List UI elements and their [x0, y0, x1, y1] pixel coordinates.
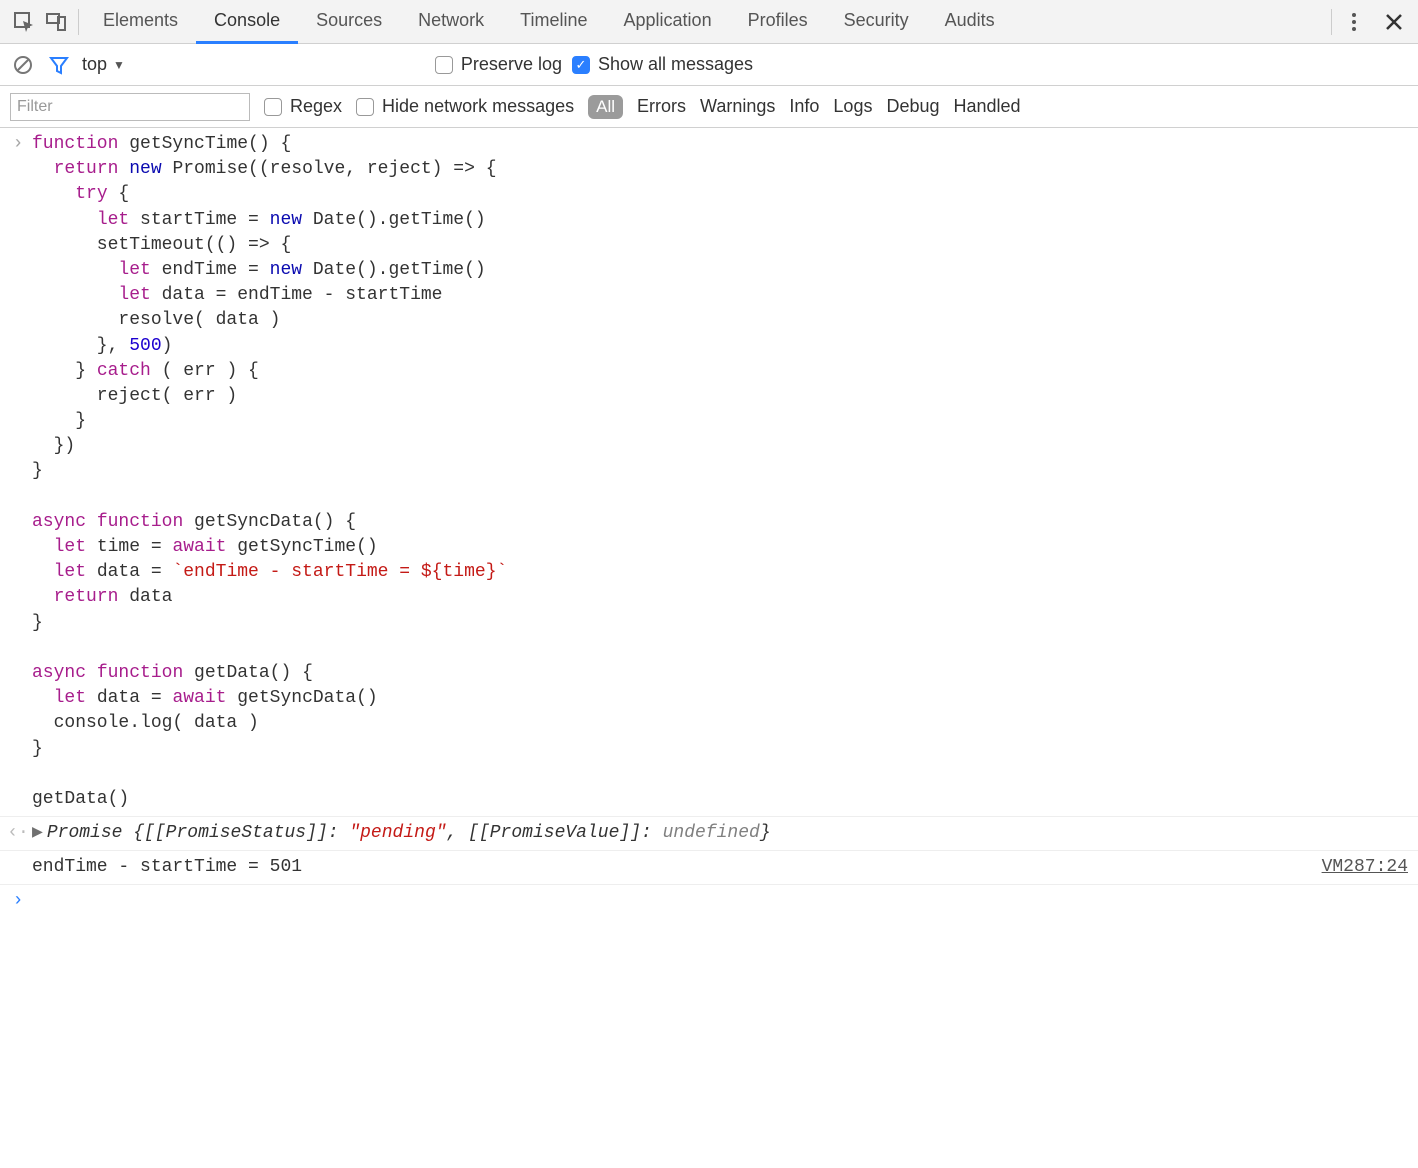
tab-application[interactable]: Application	[606, 0, 730, 44]
output-chevron-icon: ‹·	[4, 821, 32, 846]
preserve-log-label: Preserve log	[461, 54, 562, 75]
preserve-log-checkbox[interactable]: Preserve log	[435, 54, 562, 75]
console-input-row[interactable]: › function getSyncTime() { return new Pr…	[0, 128, 1418, 817]
divider	[78, 9, 79, 35]
device-toolbar-icon[interactable]	[40, 6, 72, 38]
context-select[interactable]: top ▼	[82, 54, 425, 75]
context-label: top	[82, 54, 107, 75]
checkbox-icon	[264, 98, 282, 116]
tab-sources[interactable]: Sources	[298, 0, 400, 44]
console-log-row[interactable]: endTime - startTime = 501 VM287:24	[0, 851, 1418, 885]
chevron-down-icon: ▼	[113, 58, 125, 72]
filter-input[interactable]	[10, 93, 250, 121]
console-log-text: endTime - startTime = 501	[32, 855, 1322, 880]
checkbox-icon	[572, 56, 590, 74]
tab-profiles[interactable]: Profiles	[730, 0, 826, 44]
regex-label: Regex	[290, 96, 342, 117]
input-chevron-icon: ›	[4, 132, 32, 812]
console-output-row[interactable]: ‹· ▶Promise {[[PromiseStatus]]: "pending…	[0, 817, 1418, 851]
expand-triangle-icon[interactable]: ▶	[32, 821, 43, 846]
source-link[interactable]: VM287:24	[1322, 855, 1408, 880]
regex-checkbox[interactable]: Regex	[264, 96, 342, 117]
level-debug[interactable]: Debug	[886, 96, 939, 117]
tab-console[interactable]: Console	[196, 0, 298, 44]
checkbox-icon	[356, 98, 374, 116]
console-prompt-row[interactable]: ›	[0, 885, 1418, 918]
tab-security[interactable]: Security	[826, 0, 927, 44]
console-body: › function getSyncTime() { return new Pr…	[0, 128, 1418, 919]
show-all-label: Show all messages	[598, 54, 753, 75]
level-warnings[interactable]: Warnings	[700, 96, 775, 117]
tab-audits[interactable]: Audits	[927, 0, 1013, 44]
tab-network[interactable]: Network	[400, 0, 502, 44]
console-toolbar: top ▼ Preserve log Show all messages	[0, 44, 1418, 86]
close-icon[interactable]	[1378, 6, 1410, 38]
level-errors[interactable]: Errors	[637, 96, 686, 117]
divider	[1331, 9, 1332, 35]
level-all[interactable]: All	[588, 95, 623, 119]
hide-network-label: Hide network messages	[382, 96, 574, 117]
tab-elements[interactable]: Elements	[85, 0, 196, 44]
clear-console-icon[interactable]	[10, 52, 36, 78]
filter-icon[interactable]	[46, 52, 72, 78]
level-handled[interactable]: Handled	[954, 96, 1021, 117]
level-logs[interactable]: Logs	[833, 96, 872, 117]
devtools-tabs-bar: ElementsConsoleSourcesNetworkTimelineApp…	[0, 0, 1418, 44]
log-gutter	[4, 855, 32, 880]
show-all-checkbox[interactable]: Show all messages	[572, 54, 753, 75]
console-prompt-input[interactable]	[32, 889, 1408, 914]
filter-bar: Regex Hide network messages All Errors W…	[0, 86, 1418, 128]
console-input-code: function getSyncTime() { return new Prom…	[32, 132, 1408, 812]
level-info[interactable]: Info	[789, 96, 819, 117]
inspect-icon[interactable]	[8, 6, 40, 38]
tab-timeline[interactable]: Timeline	[502, 0, 605, 44]
prompt-chevron-icon: ›	[4, 889, 32, 914]
console-output-content: ▶Promise {[[PromiseStatus]]: "pending", …	[32, 821, 1408, 846]
hide-network-checkbox[interactable]: Hide network messages	[356, 96, 574, 117]
tabs-list: ElementsConsoleSourcesNetworkTimelineApp…	[85, 0, 1325, 44]
more-options-icon[interactable]	[1338, 6, 1370, 38]
checkbox-icon	[435, 56, 453, 74]
